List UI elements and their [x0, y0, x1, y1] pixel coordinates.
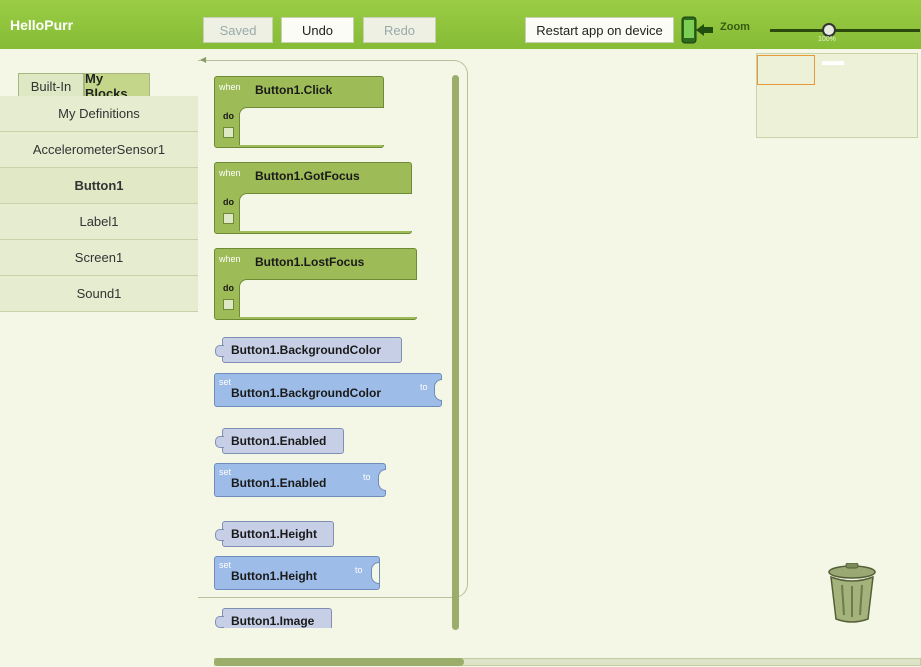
minimap-block-marker [822, 61, 844, 65]
restart-app-button[interactable]: Restart app on device [525, 17, 674, 43]
statement-socket [239, 107, 384, 145]
drawer-item-accelerometersensor1[interactable]: AccelerometerSensor1 [0, 132, 198, 168]
event-block-button1-lostfocus[interactable]: when Button1.LostFocus do [214, 248, 417, 320]
when-keyword: when [219, 168, 241, 178]
flyout-clip: Button1.Image [198, 598, 468, 628]
property-name: Button1.Enabled [231, 476, 327, 490]
app-title: HelloPurr [10, 17, 74, 33]
value-socket [378, 469, 386, 491]
drawer-item-sound1[interactable]: Sound1 [0, 276, 198, 312]
when-keyword: when [219, 254, 241, 264]
value-socket [434, 379, 442, 401]
redo-button[interactable]: Redo [363, 17, 436, 43]
flyout-scrollbar[interactable] [452, 75, 459, 630]
collapse-icon[interactable] [223, 213, 234, 224]
set-keyword: set [219, 467, 232, 477]
top-bar: HelloPurr [0, 0, 921, 49]
trash-can-icon[interactable] [826, 563, 878, 623]
saved-button[interactable]: Saved [203, 17, 273, 43]
event-name: Button1.GotFocus [255, 169, 360, 183]
drawer-list: My Definitions AccelerometerSensor1 Butt… [0, 96, 198, 312]
getter-block-backgroundcolor[interactable]: Button1.BackgroundColor [215, 337, 402, 363]
statement-socket [239, 279, 417, 317]
drawer-item-my-definitions[interactable]: My Definitions [0, 96, 198, 132]
property-name: Button1.BackgroundColor [231, 386, 381, 400]
do-keyword: do [223, 111, 234, 121]
to-keyword: to [355, 565, 363, 575]
do-keyword: do [223, 197, 234, 207]
zoom-slider-knob[interactable] [822, 23, 836, 37]
set-keyword: set [219, 377, 232, 387]
property-name: Button1.Height [231, 569, 317, 583]
event-block-button1-click[interactable]: when Button1.Click do [214, 76, 384, 148]
collapse-icon[interactable] [223, 127, 234, 138]
do-keyword: do [223, 283, 234, 293]
to-keyword: to [420, 382, 428, 392]
collapse-icon[interactable] [223, 299, 234, 310]
getter-block-enabled[interactable]: Button1.Enabled [215, 428, 344, 454]
drawer-item-label1[interactable]: Label1 [0, 204, 198, 240]
statement-socket [239, 193, 412, 231]
getter-block-image[interactable]: Button1.Image [215, 608, 332, 628]
zoom-slider-track[interactable] [770, 29, 920, 32]
undo-button[interactable]: Undo [281, 17, 354, 43]
drawer-item-button1[interactable]: Button1 [0, 168, 198, 204]
drawer-item-screen1[interactable]: Screen1 [0, 240, 198, 276]
phone-arrow-icon[interactable] [680, 16, 714, 44]
getter-block-height[interactable]: Button1.Height [215, 521, 334, 547]
when-keyword: when [219, 82, 241, 92]
zoom-label: Zoom [720, 21, 750, 33]
zoom-value: 100% [818, 36, 836, 43]
event-name: Button1.LostFocus [255, 255, 365, 269]
setter-block-height[interactable]: set Button1.Height to [214, 556, 380, 590]
to-keyword: to [363, 472, 371, 482]
workspace-horizontal-scrollbar-thumb[interactable] [214, 658, 464, 666]
set-keyword: set [219, 560, 232, 570]
setter-block-enabled[interactable]: set Button1.Enabled to [214, 463, 386, 497]
minimap-viewport[interactable] [757, 55, 815, 85]
setter-block-backgroundcolor[interactable]: set Button1.BackgroundColor to [214, 373, 442, 407]
event-name: Button1.Click [255, 83, 333, 97]
value-socket [371, 562, 379, 584]
flyout-scroll-arrow-icon[interactable]: ◀ [200, 55, 206, 64]
event-block-button1-gotfocus[interactable]: when Button1.GotFocus do [214, 162, 412, 234]
